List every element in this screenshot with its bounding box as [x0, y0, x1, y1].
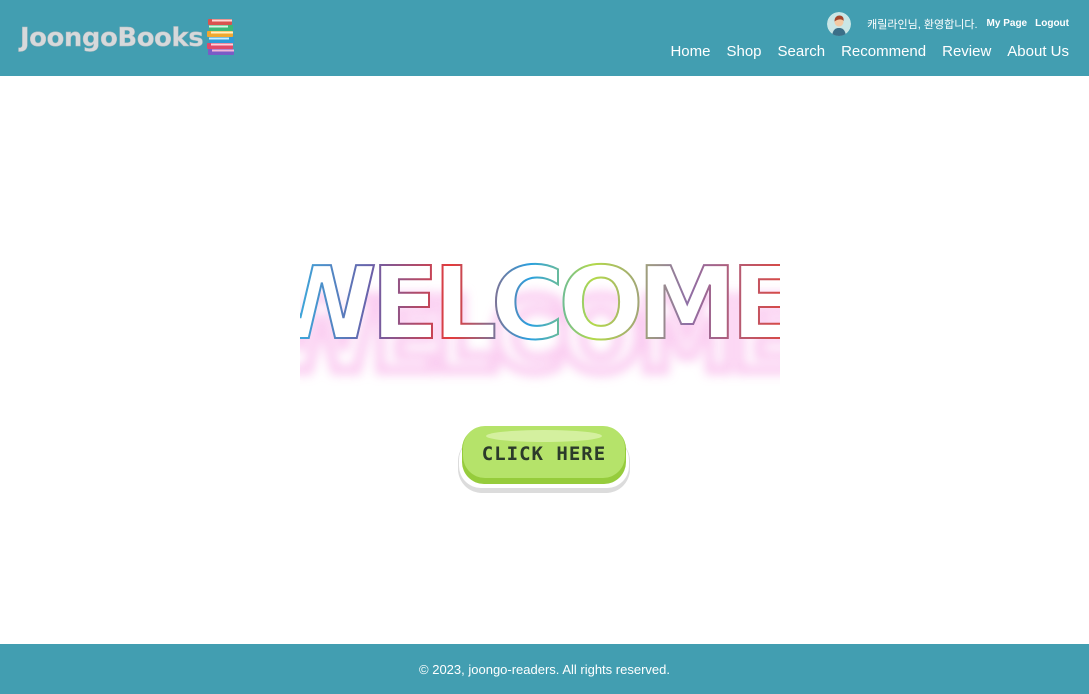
my-page-link[interactable]: My Page	[987, 18, 1028, 29]
site-footer: © 2023, joongo-readers. All rights reser…	[0, 644, 1089, 694]
click-here-button[interactable]: CLICK HERE	[457, 424, 631, 496]
book-stack-icon	[207, 19, 235, 55]
nav-shop[interactable]: Shop	[726, 43, 761, 60]
nav-about-us[interactable]: About Us	[1007, 43, 1069, 60]
click-here-label: CLICK HERE	[482, 443, 606, 465]
nav-recommend[interactable]: Recommend	[841, 43, 926, 60]
hero-text-outline: WELCOME	[300, 245, 780, 362]
welcome-hero-text: WELCOME WELCOME	[300, 244, 780, 399]
site-header: JoongoBooks 캐릴라인님, 환영합니다. My Page Logout…	[0, 0, 1089, 76]
copyright-text: © 2023, joongo-readers. All rights reser…	[419, 661, 670, 677]
user-bar: 캐릴라인님, 환영합니다. My Page Logout	[827, 12, 1069, 36]
main-nav: Home Shop Search Recommend Review About …	[654, 43, 1069, 60]
site-logo[interactable]: JoongoBooks	[20, 19, 237, 57]
logo-text: JoongoBooks	[20, 23, 204, 53]
user-greeting: 캐릴라인님, 환영합니다.	[867, 19, 978, 31]
nav-home[interactable]: Home	[670, 43, 710, 60]
logout-link[interactable]: Logout	[1035, 18, 1069, 29]
nav-review[interactable]: Review	[942, 43, 991, 60]
nav-search[interactable]: Search	[778, 43, 826, 60]
user-avatar-icon[interactable]	[827, 12, 852, 36]
